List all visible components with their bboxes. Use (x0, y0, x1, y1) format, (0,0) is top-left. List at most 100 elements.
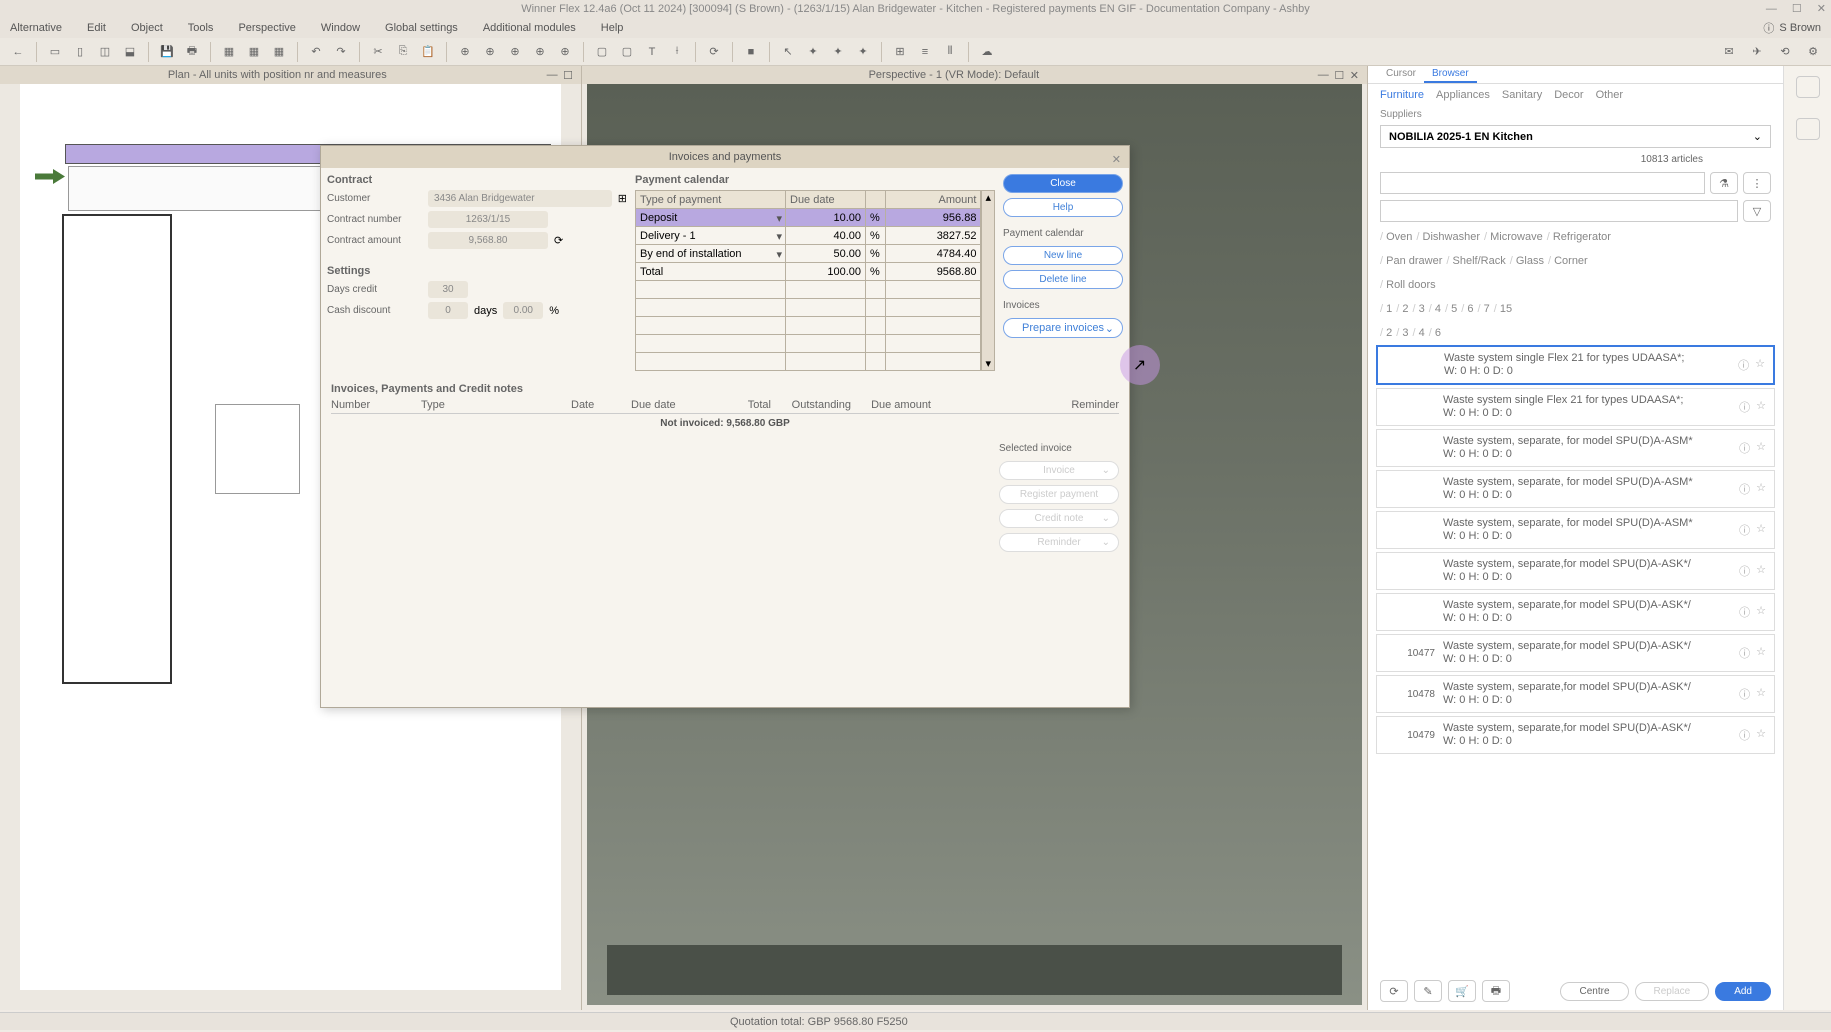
tag[interactable]: Microwave (1484, 229, 1543, 245)
num[interactable]: 6 (1429, 325, 1441, 341)
sync-icon[interactable]: ⟲ (1775, 42, 1795, 62)
menu-edit[interactable]: Edit (87, 22, 106, 34)
calendar-row[interactable]: Total 100.00 % 9568.80 (636, 263, 981, 281)
search-input[interactable] (1380, 172, 1705, 194)
pct-cell[interactable]: 10.00 (786, 209, 866, 227)
minimize-icon[interactable]: — (547, 69, 558, 81)
star-icon[interactable]: ☆ (1756, 604, 1766, 620)
star-icon[interactable]: ☆ (1756, 399, 1766, 415)
nav-icon[interactable]: ⊕ (480, 42, 500, 62)
copy-icon[interactable]: ⎘ (393, 42, 413, 62)
num[interactable]: 6 (1461, 301, 1473, 317)
align-icon[interactable]: ⦀ (940, 42, 960, 62)
tag[interactable]: Corner (1548, 253, 1588, 269)
info-icon[interactable]: ⓘ (1739, 522, 1750, 538)
close-button[interactable]: Close (1003, 174, 1123, 193)
cat-furniture[interactable]: Furniture (1380, 89, 1424, 101)
info-icon[interactable]: ⓘ (1739, 399, 1750, 415)
layout-icon[interactable]: ▢ (617, 42, 637, 62)
help-button[interactable]: Help (1003, 198, 1123, 217)
menu-window[interactable]: Window (321, 22, 360, 34)
star-icon[interactable]: ☆ (1756, 727, 1766, 743)
pct-cell[interactable]: 50.00 (786, 245, 866, 263)
align-icon[interactable]: ≡ (915, 42, 935, 62)
list-item[interactable]: Waste system, separate,for model SPU(D)A… (1376, 552, 1775, 590)
print-icon[interactable]: 🖶 (182, 42, 202, 62)
filter-icon[interactable]: ⚗ (1710, 172, 1738, 194)
new-line-button[interactable]: New line (1003, 246, 1123, 265)
tool-icon[interactable]: ▯ (70, 42, 90, 62)
basket-icon[interactable]: 🛒 (1448, 980, 1476, 1002)
side-button[interactable] (1796, 76, 1820, 98)
tag[interactable]: Roll doors (1380, 277, 1436, 293)
calendar-row[interactable]: Delivery - 1 40.00 % 3827.52 (636, 227, 981, 245)
pct-cell[interactable]: 100.00 (786, 263, 866, 281)
tab-cursor[interactable]: Cursor (1378, 66, 1424, 83)
num[interactable]: 2 (1380, 325, 1392, 341)
cat-appliances[interactable]: Appliances (1436, 89, 1490, 101)
tag[interactable]: Glass (1510, 253, 1544, 269)
dialog-title-bar[interactable]: Invoices and payments ✕ (321, 146, 1129, 168)
menu-object[interactable]: Object (131, 22, 163, 34)
type-cell[interactable]: Delivery - 1 (636, 227, 786, 245)
days-credit-input[interactable]: 30 (428, 281, 468, 298)
cat-sanitary[interactable]: Sanitary (1502, 89, 1542, 101)
star-icon[interactable]: ☆ (1756, 686, 1766, 702)
delete-line-button[interactable]: Delete line (1003, 270, 1123, 289)
info-icon[interactable]: ⓘ (1739, 481, 1750, 497)
discount-days-input[interactable]: 0 (428, 302, 468, 319)
type-cell[interactable]: Total (636, 263, 786, 281)
num[interactable]: 5 (1445, 301, 1457, 317)
list-item[interactable]: Waste system, separate, for model SPU(D)… (1376, 511, 1775, 549)
nav-icon[interactable]: ⊕ (455, 42, 475, 62)
info-icon[interactable]: ⓘ (1739, 440, 1750, 456)
star-icon[interactable]: ☆ (1756, 440, 1766, 456)
tag[interactable]: Pan drawer (1380, 253, 1442, 269)
doc-icon[interactable]: ▦ (219, 42, 239, 62)
maximize-icon[interactable]: ☐ (563, 69, 573, 82)
paste-icon[interactable]: 📋 (418, 42, 438, 62)
discount-pct-input[interactable]: 0.00 (503, 302, 543, 319)
info-icon[interactable]: ⓘ (1739, 727, 1750, 743)
save-icon[interactable]: 💾 (157, 42, 177, 62)
menu-help[interactable]: Help (601, 22, 624, 34)
calendar-row[interactable]: By end of installation 50.00 % 4784.40 (636, 245, 981, 263)
undo-icon[interactable]: ↶ (306, 42, 326, 62)
tag[interactable]: Refrigerator (1547, 229, 1611, 245)
back-icon[interactable]: ← (8, 42, 28, 62)
refresh-icon[interactable]: ⟳ (554, 234, 563, 247)
settings-icon[interactable]: ⚙ (1803, 42, 1823, 62)
list-item[interactable]: Waste system, separate, for model SPU(D)… (1376, 429, 1775, 467)
list-item[interactable]: Waste system single Flex 21 for types UD… (1376, 345, 1775, 385)
tag[interactable]: Dishwasher (1416, 229, 1480, 245)
snap-icon[interactable]: ✦ (803, 42, 823, 62)
refresh-icon[interactable]: ⟳ (1380, 980, 1408, 1002)
num[interactable]: 3 (1396, 325, 1408, 341)
list-item[interactable]: 10478 Waste system, separate,for model S… (1376, 675, 1775, 713)
info-icon[interactable]: ⓘ (1738, 357, 1749, 373)
num[interactable]: 4 (1413, 325, 1425, 341)
print-icon[interactable]: 🖶 (1482, 980, 1510, 1002)
calendar-row[interactable]: Deposit 10.00 % 956.88 (636, 209, 981, 227)
user-display[interactable]: ⓘ S Brown (1763, 20, 1821, 36)
scrollbar[interactable]: ▴▾ (981, 190, 995, 371)
funnel-icon[interactable]: ▽ (1743, 200, 1771, 222)
prepare-invoices-button[interactable]: Prepare invoices⌄ (1003, 318, 1123, 338)
num[interactable]: 15 (1494, 301, 1512, 317)
tag[interactable]: Shelf/Rack (1446, 253, 1505, 269)
redo-icon[interactable]: ↷ (331, 42, 351, 62)
text-icon[interactable]: T (642, 42, 662, 62)
mail-icon[interactable]: ✉ (1719, 42, 1739, 62)
list-item[interactable]: Waste system, separate,for model SPU(D)A… (1376, 593, 1775, 631)
tool-icon[interactable]: ⬓ (120, 42, 140, 62)
info-icon[interactable]: ⓘ (1739, 686, 1750, 702)
cut-icon[interactable]: ✂ (368, 42, 388, 62)
invoice-list[interactable] (331, 437, 989, 697)
cloud-icon[interactable]: ☁ (977, 42, 997, 62)
doc-icon[interactable]: ▦ (269, 42, 289, 62)
num[interactable]: 1 (1380, 301, 1392, 317)
refresh-icon[interactable]: ⟳ (704, 42, 724, 62)
send-icon[interactable]: ✈ (1747, 42, 1767, 62)
info-icon[interactable]: ⓘ (1739, 645, 1750, 661)
list-item[interactable]: 10477 Waste system, separate,for model S… (1376, 634, 1775, 672)
